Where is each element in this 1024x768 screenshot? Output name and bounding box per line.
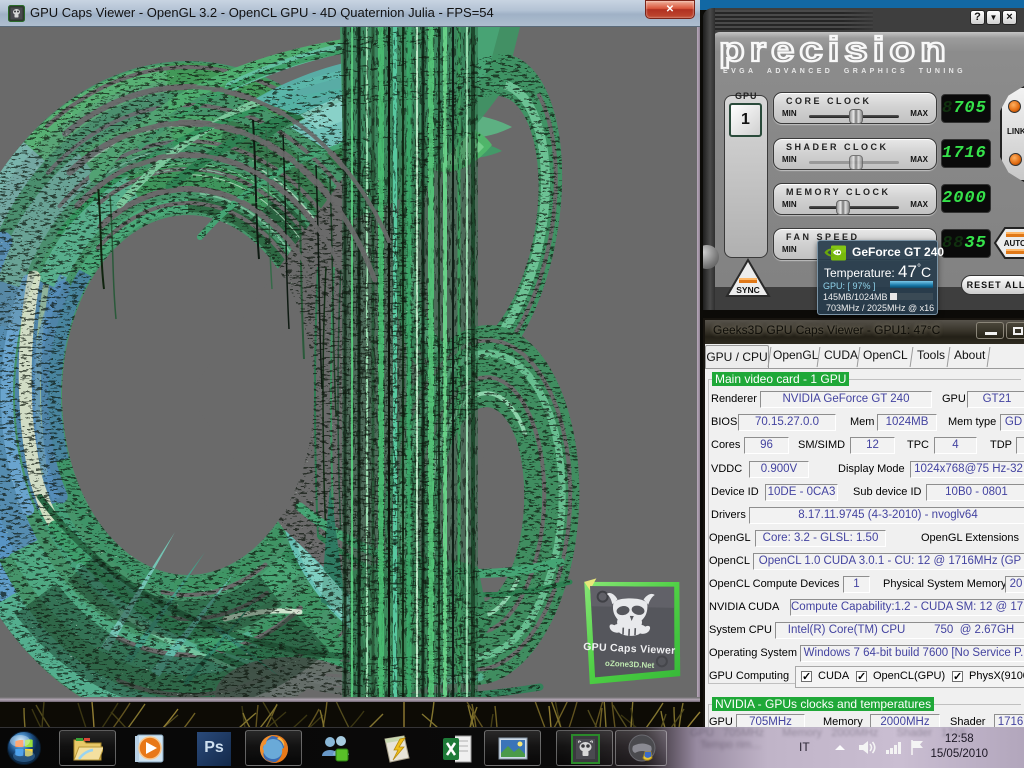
svg-text:SYNC: SYNC xyxy=(736,285,760,295)
svg-text:AUTO: AUTO xyxy=(1004,239,1024,248)
